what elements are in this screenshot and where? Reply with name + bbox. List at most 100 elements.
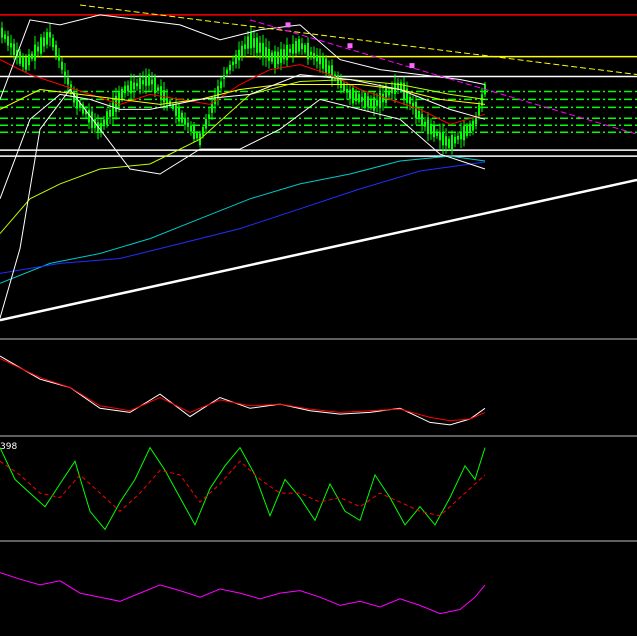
candle-body [145,76,147,86]
candle-body [127,85,129,92]
candle-body [370,98,372,107]
candle-body [388,91,390,96]
candle-body [424,121,426,127]
candle-body [274,51,276,68]
candle-body [4,34,6,40]
candle-body [316,55,318,62]
pivot-1-marker [285,22,291,28]
candle-body [157,87,159,91]
candle-body [130,80,132,94]
candle-body [238,49,240,61]
candle-body [52,37,54,48]
stochastic-label: 398 [0,442,17,452]
candle-body [451,134,453,151]
candle-body [106,111,108,125]
candle-body [181,112,183,123]
candle-body [289,48,291,53]
candle-body [430,123,432,135]
candle-body [154,77,156,94]
candle-body [349,89,351,100]
candle-body [205,118,207,129]
candle-body [1,27,3,38]
candle-body [448,138,450,148]
candle-body [301,43,303,50]
pivot-3-marker [409,63,415,69]
candle-body [472,120,474,131]
candle-body [421,114,423,125]
candle-body [478,104,480,116]
candle-body [49,32,51,38]
candle-body [262,43,264,58]
candle-body [307,42,309,60]
candle-body [346,88,348,93]
candle-body [67,78,69,85]
candle-body [13,43,15,55]
candle-body [124,85,126,94]
candle-body [475,117,477,124]
candle-body [109,109,111,117]
candle-body [148,74,150,86]
candle-body [232,61,234,66]
candle-body [439,132,441,141]
candle-body [271,52,273,62]
candle-body [184,117,186,125]
candle-body [175,105,177,116]
candle-body [415,101,417,119]
candle-body [379,92,381,109]
candle-body [208,114,210,118]
candle-body [22,56,24,67]
candle-body [250,32,252,49]
candle-body [295,41,297,54]
candle-body [259,42,261,53]
candle-body [280,49,282,63]
candle-body [31,53,33,60]
candle-body [304,45,306,53]
candle-body [241,45,243,57]
candle-body [253,38,255,48]
candle-body [34,44,36,61]
candle-body [136,83,138,87]
candle-body [55,44,57,56]
candle-body [442,131,444,146]
candle-body [367,96,369,107]
candle-body [268,48,270,61]
candle-body [355,92,357,102]
candle-body [286,44,288,61]
candle-body [229,64,231,71]
candle-body [331,65,333,81]
candle-body [226,69,228,74]
candle-body [298,39,300,52]
candle-body [292,44,294,54]
candle-body [151,79,153,85]
candle-body [385,88,387,103]
candle-body [61,61,63,70]
candle-body [400,82,402,90]
candle-body [376,99,378,106]
candle-body [196,132,198,139]
candle-body [10,43,12,48]
candle-body [364,92,366,108]
candle-body [373,97,375,111]
candle-body [112,101,114,117]
candle-body [46,32,48,45]
candle-body [202,127,204,136]
candle-body [466,125,468,136]
candle-body [352,87,354,104]
candle-body [469,123,471,133]
candle-body [247,36,249,49]
candle-body [160,86,162,100]
candle-body [328,65,330,74]
candle-body [433,125,435,138]
candle-body [460,131,462,140]
candle-body [256,37,258,54]
candle-body [391,88,393,94]
candle-body [58,55,60,61]
candle-body [64,71,66,76]
candle-body [457,135,459,140]
candle-body [220,81,222,89]
candle-body [178,106,180,122]
candle-body [313,53,315,59]
candle-body [211,103,213,113]
candle-body [283,49,285,60]
candle-body [187,122,189,127]
